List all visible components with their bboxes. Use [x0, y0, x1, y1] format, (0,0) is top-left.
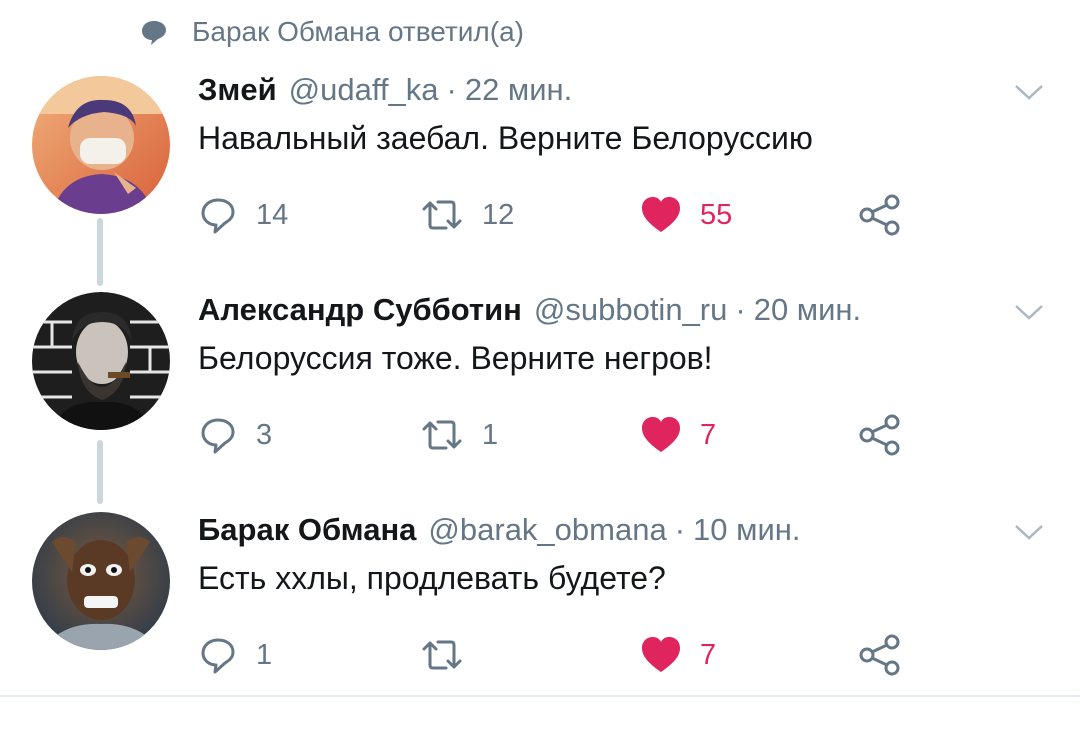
retweet-button[interactable] [420, 630, 482, 680]
reply-count: 1 [256, 638, 273, 671]
like-count: 7 [700, 638, 717, 671]
reply-icon [201, 198, 235, 234]
share-button[interactable] [858, 630, 902, 680]
retweet-icon [422, 640, 462, 670]
share-button[interactable] [858, 190, 902, 240]
tweet[interactable]: Змей @udaff_ka · 22 мин. Навальный заеба… [0, 72, 1080, 292]
separator: · [735, 292, 746, 327]
tweet-text: Белоруссия тоже. Верните негров! [198, 340, 713, 376]
chevron-down-icon[interactable] [1014, 82, 1044, 102]
avatar[interactable] [32, 76, 170, 214]
reply-button[interactable]: 14 [198, 190, 288, 240]
retweet-count: 12 [482, 198, 515, 231]
reply-count: 3 [256, 418, 273, 451]
retweet-button[interactable]: 12 [420, 190, 514, 240]
tweet-actions: 14 12 55 [198, 190, 918, 240]
timestamp[interactable]: 22 мин. [465, 72, 572, 108]
tweet-actions: 1 7 [198, 630, 918, 680]
tweet-actions: 3 1 7 [198, 410, 918, 460]
tweet-text: Навальный заебал. Верните Белоруссию [198, 120, 813, 156]
divider [0, 695, 1080, 697]
avatar[interactable] [32, 512, 170, 650]
share-icon [859, 414, 900, 456]
display-name[interactable]: Змей [198, 72, 277, 108]
reply-icon [201, 638, 235, 674]
retweet-button[interactable]: 1 [420, 410, 498, 460]
username[interactable]: @barak_obmana [428, 512, 666, 548]
avatar[interactable] [32, 292, 170, 430]
like-count: 55 [700, 198, 733, 231]
chevron-down-icon[interactable] [1014, 522, 1044, 542]
retweet-icon [422, 420, 462, 450]
share-icon [859, 194, 900, 236]
retweet-icon [422, 200, 462, 230]
heart-icon [642, 417, 680, 452]
tweet-header: Александр Субботин @subbotin_ru · 20 мин… [198, 292, 861, 336]
tweet-header: Змей @udaff_ka · 22 мин. [198, 72, 572, 116]
tweet[interactable]: Александр Субботин @subbotin_ru · 20 мин… [0, 292, 1080, 512]
share-button[interactable] [858, 410, 902, 460]
like-button[interactable]: 7 [640, 630, 716, 680]
reply-icon [201, 418, 235, 454]
reply-button[interactable]: 3 [198, 410, 272, 460]
reply-context-text: Барак Обмана ответил(а) [192, 16, 524, 47]
tweet-text: Есть ххлы, продлевать будете? [198, 560, 666, 596]
timestamp[interactable]: 20 мин. [754, 292, 861, 328]
chevron-down-icon[interactable] [1014, 302, 1044, 322]
share-icon [859, 634, 900, 676]
heart-icon [642, 197, 680, 232]
display-name[interactable]: Барак Обмана [198, 512, 416, 548]
reply-context[interactable]: Барак Обмана ответил(а) [140, 12, 524, 52]
separator: · [674, 512, 686, 547]
retweet-count: 1 [482, 418, 499, 451]
username[interactable]: @udaff_ka [289, 72, 439, 108]
comment-bubble-icon [142, 21, 166, 45]
tweet[interactable]: Барак Обмана @barak_obmana · 10 мин. Ест… [0, 512, 1080, 732]
tweet-header: Барак Обмана @barak_obmana · 10 мин. [198, 512, 801, 556]
reply-button[interactable]: 1 [198, 630, 272, 680]
heart-icon [642, 637, 680, 672]
like-count: 7 [700, 418, 717, 451]
timestamp[interactable]: 10 мин. [693, 512, 800, 548]
reply-count: 14 [256, 198, 289, 231]
display-name[interactable]: Александр Субботин [198, 292, 522, 328]
like-button[interactable]: 7 [640, 410, 716, 460]
separator: · [446, 72, 457, 107]
username[interactable]: @subbotin_ru [534, 292, 727, 328]
like-button[interactable]: 55 [640, 190, 732, 240]
